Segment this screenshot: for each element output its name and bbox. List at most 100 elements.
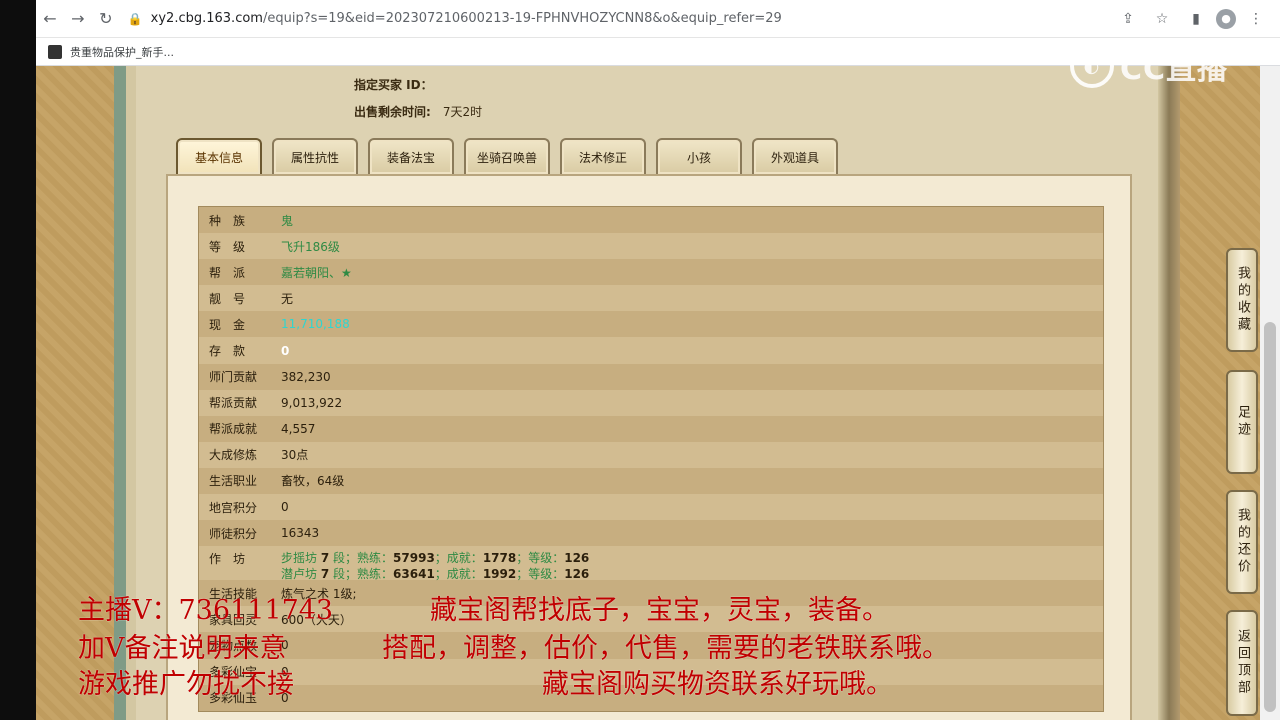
row-key: 大成修炼 (209, 448, 258, 463)
row-key: 帮派成就 (209, 422, 258, 437)
row-value: 11,710,188 (281, 317, 350, 332)
lock-icon[interactable]: 🔒 (128, 12, 143, 26)
ws-num: 7 (320, 551, 330, 566)
table-row: 现 金 11,710,188 (199, 311, 1103, 338)
tab-basic-info[interactable]: 基本信息 (176, 138, 262, 174)
table-row: 种 族鬼 (199, 207, 1103, 234)
sidebar-icon[interactable]: ▮ (1182, 5, 1210, 33)
ws-text: 段；熟练： (333, 567, 394, 582)
my-counter-offer-button[interactable]: 我的还价 (1226, 490, 1258, 594)
workshop-lines: 步摇坊 7 段；熟练：57993；成就：1778；等级：126 潜卢坊 7 段；… (281, 550, 589, 582)
overlay-line3-left: 游戏推广勿扰不接 (78, 669, 294, 700)
row-value: 9,013,922 (281, 395, 343, 410)
overlay-line2-right: 搭配，调整，估价，代售，需要的老铁联系哦。 (382, 633, 949, 664)
workshop-line-1: 步摇坊 7 段；熟练：57993；成就：1778；等级：126 (281, 550, 589, 566)
row-key: 现 金 (209, 317, 246, 332)
share-icon[interactable]: ⇪ (1114, 5, 1142, 33)
left-black-strip (0, 0, 36, 720)
side-button-label: 返回顶部 (1235, 629, 1250, 697)
row-key: 作 坊 (209, 552, 246, 567)
right-border (1158, 66, 1180, 720)
ws-num: 1992 (482, 567, 517, 582)
table-row: 存 款 0 (199, 337, 1103, 364)
row-value: 0 (281, 500, 289, 515)
table-row: 帮派贡献 9,013,922 (199, 389, 1103, 416)
row-value: 0 (281, 343, 290, 358)
row-value: 16343 (281, 526, 320, 541)
ws-name: 步摇坊 (281, 551, 318, 566)
row-value: 4,557 (281, 421, 316, 436)
row-key: 师门贡献 (209, 370, 258, 385)
tab-spell-mods[interactable]: 法术修正 (560, 138, 646, 174)
ws-num: 7 (320, 567, 330, 582)
row-key: 地宫积分 (209, 500, 258, 515)
back-icon[interactable]: ← (36, 4, 64, 34)
table-row: 地宫积分 0 (199, 494, 1103, 521)
address-bar[interactable]: 🔒 xy2.cbg.163.com/equip?s=19&eid=2023072… (128, 4, 1114, 34)
workshop-line-2: 潜卢坊 7 段；熟练：63641；成就：1992；等级：126 (281, 566, 589, 582)
url-path: /equip?s=19&eid=202307210600213-19-FPHNV… (262, 11, 782, 26)
row-key: 师徒积分 (209, 526, 258, 541)
ws-num: 126 (564, 567, 590, 582)
browser-toolbar: ← → ↻ 🔒 xy2.cbg.163.com/equip?s=19&eid=2… (36, 0, 1280, 38)
row-value: 无 (281, 291, 294, 306)
profile-avatar-icon[interactable]: ● (1216, 8, 1236, 29)
row-value: 畜牧，64级 (281, 474, 345, 489)
ws-text: ；成就： (434, 551, 483, 566)
row-key: 生活职业 (209, 474, 258, 489)
url-domain: xy2.cbg.163.com (150, 11, 263, 26)
table-row: 帮 派 嘉若朝阳、★ (199, 259, 1103, 286)
page-scrollbar[interactable] (1260, 66, 1280, 720)
ws-name: 潜卢坊 (281, 567, 318, 582)
ws-num: 126 (564, 551, 590, 566)
table-row: 大成修炼 30点 (199, 441, 1103, 468)
overlay-line2-left: 加V备注说明来意 (78, 633, 287, 664)
overlay-line3-right: 藏宝阁购买物资联系好玩哦。 (542, 669, 893, 700)
ws-num: 57993 (393, 551, 435, 566)
buyer-label: 指定买家 ID： (354, 78, 433, 92)
bookmark-favicon-icon (48, 44, 62, 59)
ws-text: 段；熟练： (333, 551, 394, 566)
cc-logo-icon: ◐ (1070, 44, 1114, 88)
tab-bar: 基本信息 属性抗性 装备法宝 坐骑召唤兽 法术修正 小孩 外观道具 (176, 138, 838, 174)
table-row: 师门贡献 382,230 (199, 363, 1103, 390)
side-button-label: 我的收藏 (1235, 266, 1250, 334)
time-value: 7天2时 (442, 105, 483, 119)
row-value: 30点 (281, 448, 309, 463)
reload-icon[interactable]: ↻ (92, 4, 120, 34)
row-key: 种 族 (209, 213, 246, 228)
table-row: 师徒积分 16343 (199, 520, 1103, 547)
bookmark-item[interactable]: 贵重物品保护_新手... (70, 44, 174, 60)
row-key: 存 款 (209, 344, 246, 359)
time-label: 出售剩余时间: (354, 105, 431, 119)
overlay-line1-right: 藏宝阁帮找底子，宝宝，灵宝，装备。 (430, 595, 889, 626)
tab-mounts-pets[interactable]: 坐骑召唤兽 (464, 138, 550, 174)
remaining-time: 出售剩余时间: 7天2时 (354, 103, 482, 120)
scroll-thumb[interactable] (1264, 322, 1276, 712)
row-value: 382,230 (281, 369, 331, 384)
row-key: 帮派贡献 (209, 396, 258, 411)
footprints-button[interactable]: 足迹 (1226, 370, 1258, 474)
tab-equipment[interactable]: 装备法宝 (368, 138, 454, 174)
my-favorites-button[interactable]: 我的收藏 (1226, 248, 1258, 352)
star-icon[interactable]: ☆ (1148, 5, 1176, 33)
ws-text: ；等级： (516, 567, 565, 582)
ws-text: ；等级： (516, 551, 565, 566)
tab-attributes[interactable]: 属性抗性 (272, 138, 358, 174)
row-key: 靓 号 (209, 291, 246, 306)
back-to-top-button[interactable]: 返回顶部 (1226, 610, 1258, 716)
forward-icon[interactable]: → (64, 4, 92, 34)
table-row: 帮派成就 4,557 (199, 415, 1103, 442)
ws-num: 63641 (393, 567, 435, 582)
tab-children[interactable]: 小孩 (656, 138, 742, 174)
watermark-text: CC直播 (1120, 52, 1229, 87)
table-row: 靓 号无 (199, 285, 1103, 312)
side-button-label: 足迹 (1235, 405, 1250, 439)
row-key: 等 级 (209, 239, 246, 254)
designated-buyer: 指定买家 ID： (354, 76, 445, 93)
tab-appearance[interactable]: 外观道具 (752, 138, 838, 174)
row-value: 鬼 (281, 213, 294, 228)
menu-icon[interactable]: ⋮ (1242, 5, 1270, 33)
table-row: 等 级 飞升186级 (199, 233, 1103, 260)
ws-num: 1778 (482, 551, 517, 566)
